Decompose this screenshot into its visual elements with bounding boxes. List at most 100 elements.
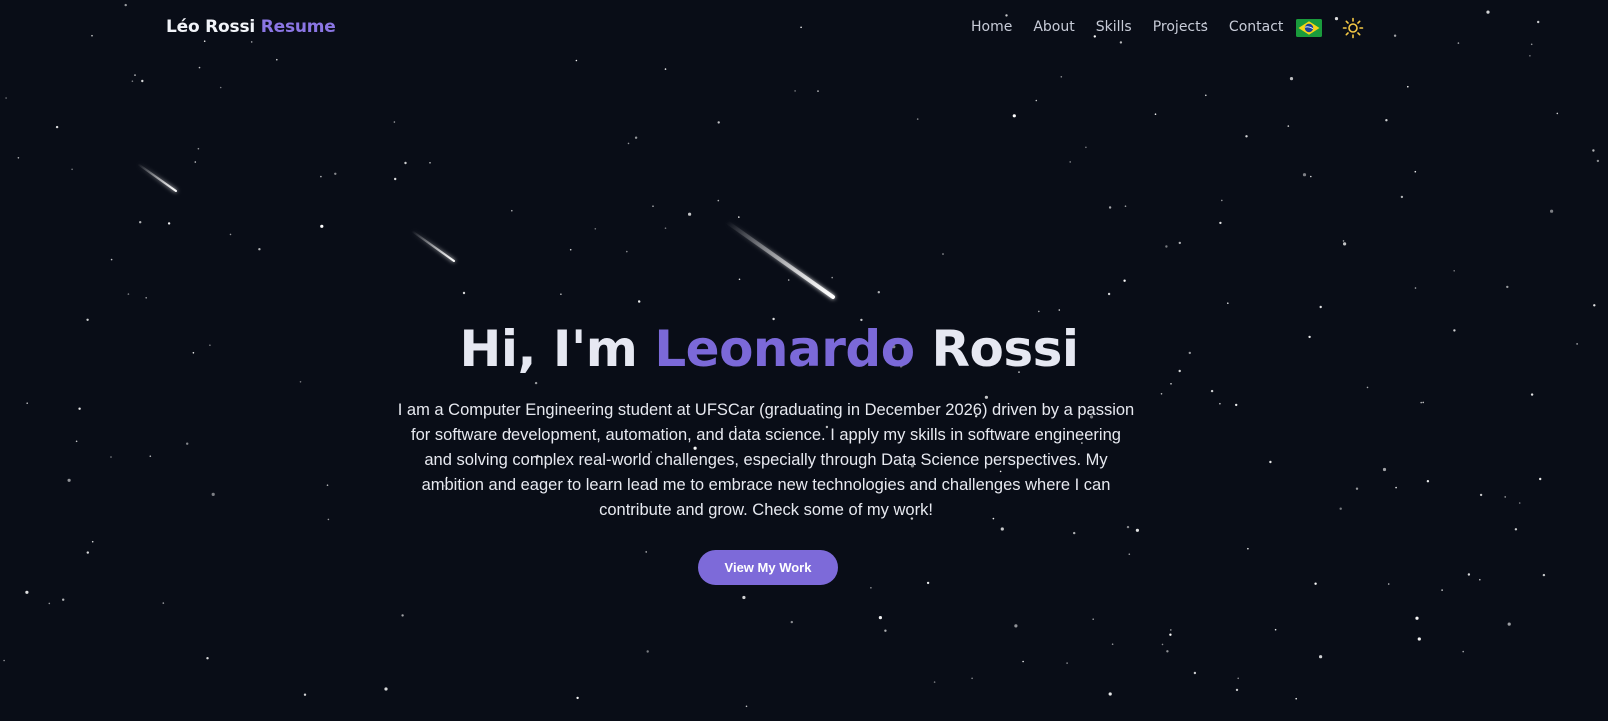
star xyxy=(1235,688,1239,692)
star xyxy=(1310,175,1312,178)
star xyxy=(1128,553,1131,555)
star xyxy=(1124,205,1127,207)
star xyxy=(320,224,324,228)
star xyxy=(878,616,883,620)
star xyxy=(327,518,330,521)
star xyxy=(511,209,513,212)
star xyxy=(1556,112,1559,115)
star xyxy=(1111,643,1114,645)
star xyxy=(1108,692,1112,696)
star xyxy=(560,293,562,296)
view-my-work-button[interactable]: View My Work xyxy=(698,550,838,585)
star xyxy=(1269,460,1272,464)
nav-link-skills[interactable]: Skills xyxy=(1096,19,1132,35)
shooting-star xyxy=(725,220,835,299)
star xyxy=(1219,221,1222,225)
star xyxy=(1506,285,1509,289)
nav-link-about[interactable]: About xyxy=(1033,19,1074,35)
star xyxy=(1319,305,1322,309)
star xyxy=(194,161,197,163)
star xyxy=(1107,292,1111,296)
star xyxy=(1462,650,1464,653)
star xyxy=(462,291,466,295)
star xyxy=(1507,622,1511,626)
star xyxy=(717,121,720,124)
star xyxy=(645,551,647,553)
nav-link-projects[interactable]: Projects xyxy=(1153,19,1208,35)
hero-title: Hi, I'm Leonardo Rossi xyxy=(0,320,1538,378)
brazil-flag-icon[interactable] xyxy=(1296,19,1322,37)
star xyxy=(1387,583,1390,585)
star xyxy=(149,455,152,458)
brand-logo[interactable]: Léo Rossi Resume xyxy=(166,17,336,37)
star xyxy=(1302,173,1307,177)
star xyxy=(1154,113,1157,115)
star xyxy=(1342,240,1345,242)
star xyxy=(1237,677,1239,680)
star xyxy=(141,79,144,83)
star xyxy=(1235,403,1238,407)
star xyxy=(817,90,819,92)
star xyxy=(1420,401,1422,404)
star xyxy=(131,80,134,82)
star xyxy=(1178,241,1182,245)
star xyxy=(384,687,388,691)
star xyxy=(1593,304,1596,307)
star xyxy=(48,602,51,605)
nav-link-contact[interactable]: Contact xyxy=(1229,19,1283,35)
star xyxy=(1092,618,1094,620)
star xyxy=(1504,496,1506,498)
star xyxy=(745,705,748,708)
star xyxy=(1165,245,1168,248)
star xyxy=(429,162,431,164)
star xyxy=(926,581,930,585)
star xyxy=(1343,242,1347,246)
star xyxy=(229,233,232,236)
star xyxy=(1035,99,1038,102)
star xyxy=(1193,671,1197,675)
page: Léo Rossi Resume Home About Skills Proje… xyxy=(0,0,1608,721)
star xyxy=(145,297,147,299)
star xyxy=(404,161,407,165)
star xyxy=(17,157,20,159)
star xyxy=(326,484,329,487)
sun-icon[interactable] xyxy=(1342,17,1364,39)
star xyxy=(1295,697,1297,700)
star xyxy=(1596,159,1600,163)
star xyxy=(738,216,740,218)
star xyxy=(1227,302,1229,305)
star xyxy=(198,66,201,69)
star xyxy=(1014,624,1018,628)
star xyxy=(1221,199,1223,202)
star xyxy=(127,293,130,295)
star xyxy=(1123,279,1126,282)
star xyxy=(1417,637,1421,641)
star xyxy=(1382,467,1387,472)
star xyxy=(534,381,538,385)
nav-links: Home About Skills Projects Contact xyxy=(971,19,1283,35)
star xyxy=(71,168,73,171)
star xyxy=(870,587,872,589)
nav-link-home[interactable]: Home xyxy=(971,19,1012,35)
star xyxy=(738,278,741,281)
star xyxy=(1518,502,1521,504)
star xyxy=(1245,135,1248,138)
hero-first-name: Leonardo xyxy=(654,320,915,378)
star xyxy=(1422,401,1424,404)
navbar: Léo Rossi Resume Home About Skills Proje… xyxy=(0,0,1608,56)
star xyxy=(575,59,578,62)
star xyxy=(1576,343,1578,345)
star xyxy=(1453,270,1455,272)
star xyxy=(1205,94,1207,97)
star xyxy=(594,228,597,230)
star xyxy=(299,381,302,383)
star xyxy=(1319,655,1323,659)
star xyxy=(576,696,579,700)
star xyxy=(569,248,572,251)
star xyxy=(276,58,278,61)
star xyxy=(971,677,973,680)
star xyxy=(1012,114,1016,118)
star xyxy=(5,97,7,99)
star xyxy=(206,657,209,660)
star xyxy=(197,147,200,150)
